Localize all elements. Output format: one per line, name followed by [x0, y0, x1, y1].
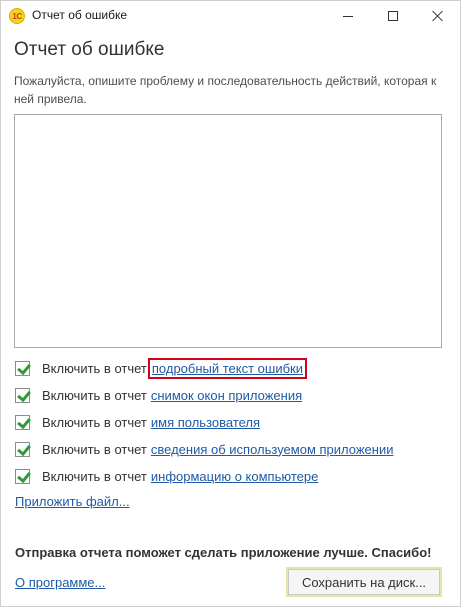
- minimize-button[interactable]: [325, 1, 371, 31]
- problem-description-textarea[interactable]: [14, 114, 442, 348]
- title-bar[interactable]: 1С Отчет об ошибке: [1, 1, 460, 31]
- include-screenshot-checkbox[interactable]: [15, 387, 30, 403]
- include-label: Включить в отчет: [42, 387, 147, 403]
- page-title: Отчет об ошибке: [14, 39, 165, 60]
- description-label: Пожалуйста, опишите проблему и последова…: [14, 74, 437, 106]
- error-text-link[interactable]: подробный текст ошибки: [147, 357, 308, 379]
- include-label: Включить в отчет: [42, 468, 147, 484]
- include-option-row: Включить в отчет имя пользователя: [15, 413, 260, 431]
- maximize-icon: [388, 11, 398, 21]
- save-to-disk-button[interactable]: Сохранить на диск...: [286, 567, 442, 597]
- computer-info-link[interactable]: информацию о компьютере: [151, 469, 318, 484]
- error-report-window: 1С Отчет об ошибке Отчет об ошибке Пожал…: [0, 0, 461, 607]
- close-button[interactable]: [415, 1, 461, 31]
- include-option-row: Включить в отчет снимок окон приложения: [15, 386, 302, 404]
- include-option-row: Включить в отчет сведения об используемо…: [15, 440, 393, 458]
- include-label: Включить в отчет: [42, 360, 147, 376]
- include-label: Включить в отчет: [42, 414, 147, 430]
- about-program-link[interactable]: О программе...: [15, 575, 105, 590]
- app-windows-snapshot-link[interactable]: снимок окон приложения: [151, 388, 302, 403]
- include-app-info-checkbox[interactable]: [15, 441, 30, 457]
- include-username-checkbox[interactable]: [15, 414, 30, 430]
- thanks-message: Отправка отчета поможет сделать приложен…: [15, 545, 432, 560]
- close-icon: [432, 10, 444, 22]
- include-option-row: Включить в отчет информацию о компьютере: [15, 467, 318, 485]
- maximize-button[interactable]: [370, 1, 416, 31]
- minimize-icon: [343, 15, 353, 17]
- app-1c-icon: 1С: [9, 8, 25, 24]
- window-title: Отчет об ошибке: [32, 8, 128, 22]
- include-option-row: Включить в отчет подробный текст ошибки: [15, 357, 308, 379]
- attach-file-link[interactable]: Приложить файл...: [15, 494, 130, 509]
- include-error-text-checkbox[interactable]: [15, 360, 30, 376]
- app-info-link[interactable]: сведения об используемом приложении: [151, 442, 394, 457]
- username-link[interactable]: имя пользователя: [151, 415, 260, 430]
- include-computer-info-checkbox[interactable]: [15, 468, 30, 484]
- include-label: Включить в отчет: [42, 441, 147, 457]
